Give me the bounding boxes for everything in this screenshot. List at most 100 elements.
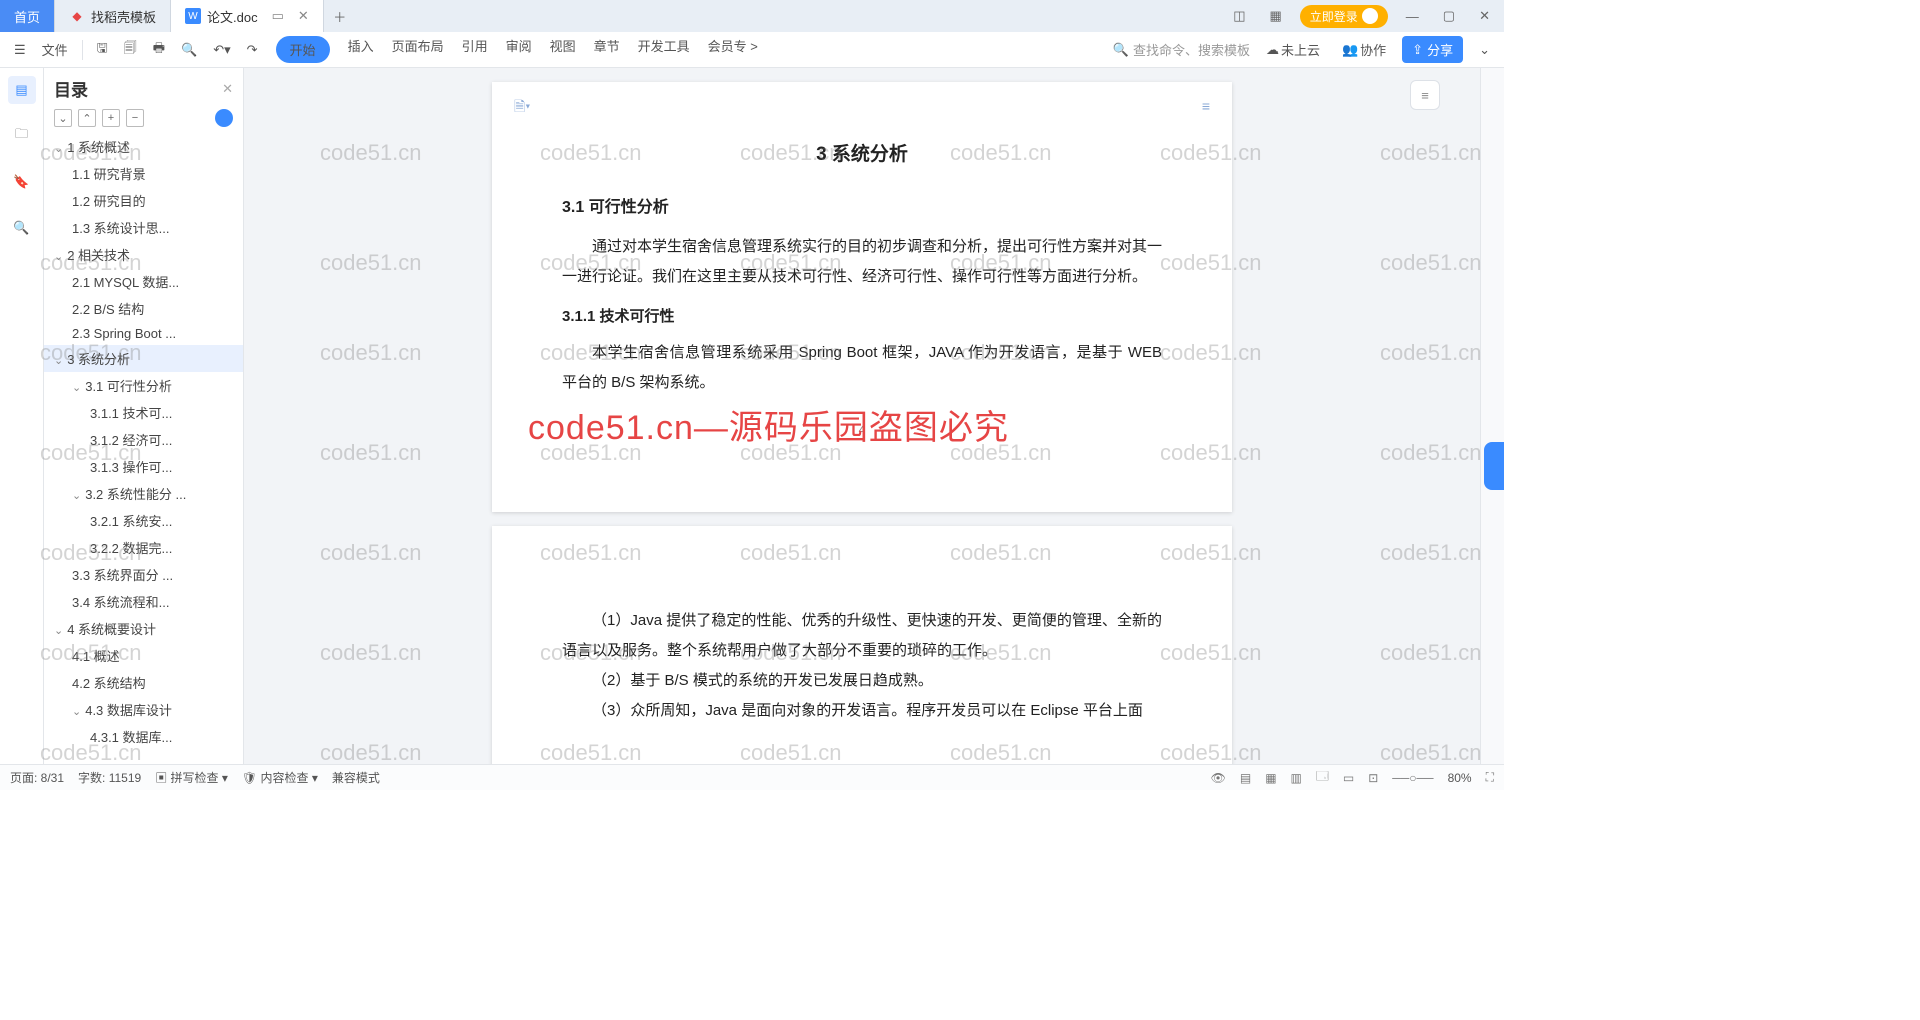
tab-document[interactable]: W 论文.doc ▭ ✕ (171, 0, 324, 32)
doc-p1: 通过对本学生宿舍信息管理系统实行的目的初步调查和分析，提出可行性方案并对其一一进… (562, 232, 1162, 292)
status-compat[interactable]: 兼容模式 (332, 769, 380, 786)
ribbon-toolbar: ☰ 文件 🖫 🗐 🖶 🔍 ↶▾ ↷ 开始 插入 页面布局 引用 审阅 视图 章节… (0, 32, 1504, 68)
ribbon-tab-view[interactable]: 视图 (550, 36, 576, 63)
ribbon-tab-layout[interactable]: 页面布局 (392, 36, 444, 63)
undo-icon[interactable]: ↶▾ (207, 38, 236, 62)
view-mode-5-icon[interactable]: ▭ (1343, 771, 1354, 785)
close-window-icon[interactable]: ✕ (1473, 8, 1496, 24)
doc-h4: 3.1.1 技术可行性 (562, 302, 1162, 332)
login-button[interactable]: 立即登录 (1300, 5, 1388, 28)
outline-node[interactable]: 3.1 可行性分析 (44, 372, 243, 399)
outline-tree[interactable]: 1 系统概述1.1 研究背景1.2 研究目的1.3 系统设计思...2 相关技术… (44, 133, 243, 764)
collapse-ribbon-icon[interactable]: ⌄ (1473, 38, 1496, 62)
outline-node[interactable]: 3.2 系统性能分 ... (44, 480, 243, 507)
view-mode-1-icon[interactable]: ▤ (1240, 771, 1251, 785)
maximize-icon[interactable]: ▢ (1437, 8, 1461, 24)
view-mode-3-icon[interactable]: ▥ (1291, 771, 1302, 785)
redo-icon[interactable]: ↷ (241, 38, 264, 62)
user-icon (1362, 8, 1378, 24)
outline-node[interactable]: 4.1 概述 (44, 642, 243, 669)
collapse-all-icon[interactable]: ⌄ (54, 109, 72, 127)
outline-node[interactable]: 1.1 研究背景 (44, 160, 243, 187)
ribbon-tab-member[interactable]: 会员专 > (708, 36, 758, 63)
expand-all-icon[interactable]: ⌃ (78, 109, 96, 127)
fire-icon: ◆ (69, 8, 85, 24)
outline-node[interactable]: 3.4 系统流程和... (44, 588, 243, 615)
save-icon[interactable]: 🖫 (91, 35, 114, 65)
status-page[interactable]: 页面: 8/31 (10, 769, 64, 786)
zoom-value[interactable]: 80% (1448, 771, 1472, 785)
outline-node[interactable]: 3.2.2 数据完... (44, 534, 243, 561)
doc-h3: 3.1 可行性分析 (562, 192, 1162, 224)
outline-node[interactable]: 3.1.3 操作可... (44, 453, 243, 480)
outline-node[interactable]: 2.1 MYSQL 数据... (44, 268, 243, 295)
side-handle[interactable] (1484, 442, 1504, 490)
outline-node[interactable]: 3.3 系统界面分 ... (44, 561, 243, 588)
ribbon-tab-insert[interactable]: 插入 (348, 36, 374, 63)
clipboard-rail-icon[interactable]: 🗀 (8, 122, 36, 150)
right-scroll-rail[interactable] (1480, 68, 1504, 764)
print-icon[interactable]: 🖶 (147, 35, 171, 65)
close-outline-icon[interactable]: ✕ (222, 81, 233, 97)
outline-node[interactable]: 3.2.1 系统安... (44, 507, 243, 534)
outline-node[interactable]: 4 系统概要设计 (44, 615, 243, 642)
page-header-left-icon[interactable]: 🗎▾ (514, 92, 530, 120)
ribbon-tab-start[interactable]: 开始 (276, 36, 330, 63)
ribbon-tab-ref[interactable]: 引用 (462, 36, 488, 63)
outline-node[interactable]: 2.3 Spring Boot ... (44, 322, 243, 345)
outline-node[interactable]: 3.1.2 经济可... (44, 426, 243, 453)
view-mode-2-icon[interactable]: ▦ (1265, 771, 1276, 785)
outline-node[interactable]: 4.3.1 数据库... (44, 723, 243, 750)
search-rail-icon[interactable]: 🔍 (8, 214, 36, 242)
apps-icon[interactable]: ▦ (1263, 8, 1287, 24)
remove-heading-icon[interactable]: − (126, 109, 144, 127)
outline-node[interactable]: 4.3 数据库设计 (44, 696, 243, 723)
close-tab-icon[interactable]: ✕ (298, 8, 309, 24)
ribbon-tab-review[interactable]: 审阅 (506, 36, 532, 63)
new-tab-button[interactable]: ＋ (324, 0, 356, 32)
outline-node[interactable]: 1.2 研究目的 (44, 187, 243, 214)
share-icon: ⇪ (1412, 42, 1423, 58)
ribbon-tab-chapter[interactable]: 章节 (594, 36, 620, 63)
outline-node[interactable]: 1.3 系统设计思... (44, 214, 243, 241)
split-view-icon[interactable]: ▭ (272, 8, 284, 24)
outline-title: 目录 (54, 76, 88, 101)
outline-node[interactable]: 4.2 系统结构 (44, 669, 243, 696)
share-button[interactable]: ⇪分享 (1402, 36, 1463, 63)
tab-templates[interactable]: ◆ 找稻壳模板 (55, 0, 171, 32)
zoom-slider[interactable]: ──○── (1392, 771, 1433, 785)
format-pane-icon[interactable]: ≡ (1410, 80, 1440, 110)
layout-icon[interactable]: ◫ (1227, 8, 1251, 24)
outline-node[interactable]: 3.1.1 技术可... (44, 399, 243, 426)
ai-assist-icon[interactable] (215, 109, 233, 127)
add-heading-icon[interactable]: + (102, 109, 120, 127)
menu-icon[interactable]: ☰ (8, 38, 32, 62)
ribbon-tab-dev[interactable]: 开发工具 (638, 36, 690, 63)
doc-p2: 本学生宿舍信息管理系统采用 Spring Boot 框架，JAVA 作为开发语言… (562, 338, 1162, 398)
tab-home[interactable]: 首页 (0, 0, 55, 32)
file-menu[interactable]: 文件 (36, 36, 74, 63)
cloud-icon: ☁ (1266, 42, 1279, 58)
outline-node[interactable]: 2.2 B/S 结构 (44, 295, 243, 322)
title-tab-bar: 首页 ◆ 找稻壳模板 W 论文.doc ▭ ✕ ＋ ◫ ▦ 立即登录 — ▢ ✕ (0, 0, 1504, 32)
collab-button[interactable]: 👥 协作 (1336, 36, 1392, 63)
document-canvas[interactable]: ≡ 🗎▾ ≡ 3 系统分析 3.1 可行性分析 通过对本学生宿舍信息管理系统实行… (244, 68, 1480, 764)
status-words[interactable]: 字数: 11519 (78, 769, 141, 786)
minimize-icon[interactable]: — (1400, 9, 1425, 24)
command-search[interactable]: 🔍 查找命令、搜索模板 (1113, 40, 1250, 59)
zoom-fit-icon[interactable]: ⊡ (1368, 771, 1378, 785)
outline-node[interactable]: 2 相关技术 (44, 241, 243, 268)
eye-icon[interactable]: 👁 (1211, 771, 1226, 785)
bookmark-rail-icon[interactable]: 🔖 (8, 168, 36, 196)
save-as-icon[interactable]: 🗐 (118, 35, 143, 65)
view-mode-4-icon[interactable]: 🗔 (1316, 767, 1329, 788)
outline-node[interactable]: 3 系统分析 (44, 345, 243, 372)
page-header-right-icon[interactable]: ≡ (1202, 92, 1210, 120)
cloud-status[interactable]: ☁ 未上云 (1260, 36, 1326, 63)
status-content-check[interactable]: 🛡 内容检查 ▾ (242, 769, 318, 786)
outline-rail-icon[interactable]: ▤ (8, 76, 36, 104)
fullscreen-icon[interactable]: ⛶ (1486, 770, 1494, 785)
outline-node[interactable]: 1 系统概述 (44, 133, 243, 160)
status-spellcheck[interactable]: ▣ 拼写检查 ▾ (155, 769, 228, 786)
preview-icon[interactable]: 🔍 (175, 38, 203, 62)
